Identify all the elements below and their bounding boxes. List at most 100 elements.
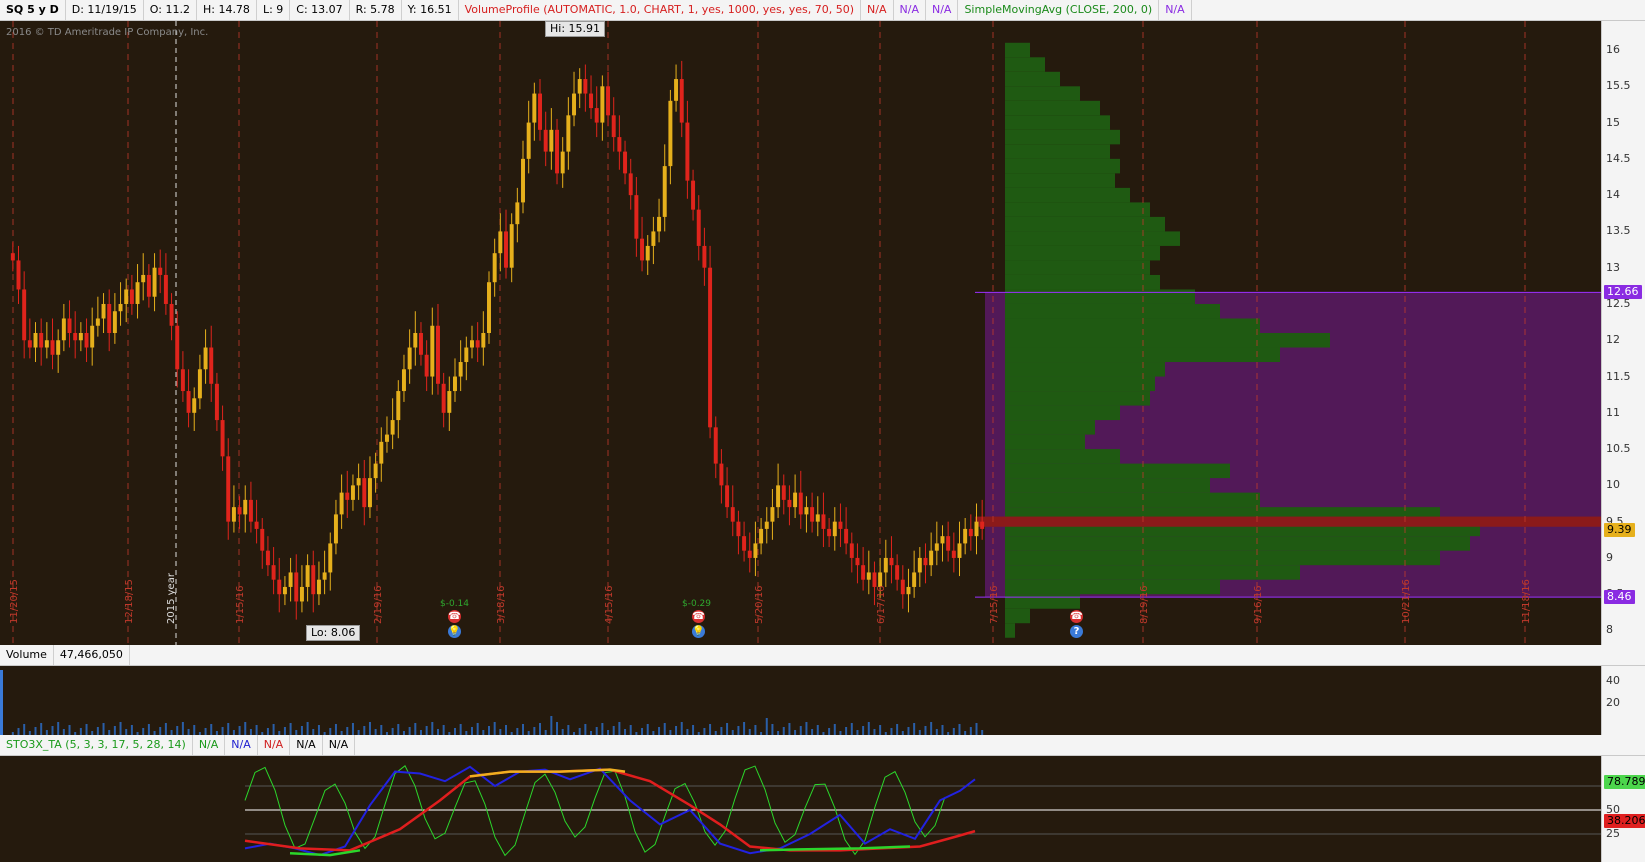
sma-study-label[interactable]: SimpleMovingAvg (CLOSE, 200, 0) bbox=[958, 0, 1160, 20]
candle-body bbox=[407, 347, 412, 370]
price-tick-label: 11 bbox=[1606, 405, 1620, 419]
volume-bar bbox=[368, 722, 371, 735]
candle-body bbox=[322, 572, 327, 580]
candle-body bbox=[810, 507, 815, 522]
na-readout: N/A bbox=[193, 735, 226, 755]
volume-label[interactable]: Volume bbox=[0, 645, 54, 665]
candle-body bbox=[413, 333, 418, 348]
candle-body bbox=[951, 550, 956, 558]
stochastic-axis[interactable]: 75502578.789738.2067 bbox=[1601, 756, 1645, 862]
volume-profile-bar bbox=[1005, 608, 1030, 624]
volume-profile-bar bbox=[1005, 42, 1030, 58]
candle-body bbox=[889, 557, 894, 566]
volume-profile-bar bbox=[1005, 565, 1300, 580]
high-readout: H: 14.78 bbox=[197, 0, 257, 20]
earnings-event-icon[interactable]: ☎ bbox=[692, 610, 705, 623]
stochastic-panel[interactable] bbox=[0, 756, 1601, 862]
volume-profile-bar bbox=[1005, 478, 1210, 493]
candle-body bbox=[946, 536, 951, 551]
date-tick-label: 8/19/16 bbox=[1139, 585, 1150, 624]
volume-bar bbox=[68, 725, 71, 735]
candle-body bbox=[572, 93, 577, 116]
candle-body bbox=[107, 303, 112, 333]
candle-body bbox=[634, 195, 639, 239]
year-readout: Y: 16.51 bbox=[402, 0, 459, 20]
candle-body bbox=[129, 289, 134, 304]
date-tick-label: 11/20/15 bbox=[9, 579, 20, 624]
volume-bar bbox=[867, 722, 870, 735]
candle-body bbox=[435, 325, 440, 384]
candle-body bbox=[492, 253, 497, 283]
candle-body bbox=[668, 100, 673, 167]
candle-body bbox=[61, 318, 66, 341]
candle-body bbox=[316, 579, 321, 595]
candle-body bbox=[793, 492, 798, 508]
volume-bar bbox=[907, 727, 910, 735]
date-tick-label: 2/19/16 bbox=[373, 585, 384, 624]
volume-profile-bar bbox=[1005, 260, 1150, 275]
candle-body bbox=[543, 129, 548, 152]
volume-tick-label: 40 bbox=[1606, 674, 1620, 687]
symbol-label[interactable]: SQ 5 y D bbox=[0, 0, 66, 20]
candle-body bbox=[764, 521, 769, 529]
earnings-event-icon[interactable]: ☎ bbox=[448, 610, 461, 623]
candle-body bbox=[651, 231, 656, 246]
candle-body bbox=[101, 303, 106, 319]
bulb-event-icon[interactable]: 💡 bbox=[448, 625, 461, 638]
question-event-icon[interactable]: ? bbox=[1070, 625, 1083, 638]
volume-bar bbox=[941, 725, 944, 735]
candle-body bbox=[685, 122, 690, 181]
volume-bar bbox=[969, 727, 972, 735]
candle-body bbox=[628, 173, 633, 196]
bulb-event-icon[interactable]: 💡 bbox=[692, 625, 705, 638]
sto-study-label[interactable]: STO3X_TA (5, 3, 3, 17, 5, 28, 14) bbox=[0, 735, 193, 755]
na-readout: N/A bbox=[861, 0, 894, 20]
candle-body bbox=[390, 420, 395, 435]
volume-profile-bar bbox=[1005, 86, 1080, 101]
candle-body bbox=[84, 333, 89, 348]
volume-bar bbox=[771, 724, 774, 735]
volume-profile-bar bbox=[1005, 318, 1260, 333]
volume-axis[interactable]: 40 20 bbox=[1601, 666, 1645, 735]
volume-bar bbox=[743, 722, 746, 735]
range-readout: R: 5.78 bbox=[350, 0, 402, 20]
earnings-event-icon[interactable]: ☎ bbox=[1070, 610, 1083, 623]
candle-body bbox=[900, 579, 905, 595]
volume-profile-bar bbox=[1005, 129, 1120, 145]
candle-body bbox=[379, 441, 384, 464]
volume-bar bbox=[675, 726, 678, 735]
volume-bar bbox=[147, 724, 150, 735]
volume-profile-bar bbox=[1005, 594, 1080, 609]
candle-body bbox=[781, 485, 786, 500]
volume-bar bbox=[896, 724, 899, 735]
volume-profile-study-label[interactable]: VolumeProfile (AUTOMATIC, 1.0, CHART, 1,… bbox=[459, 0, 862, 20]
volume-bar bbox=[442, 725, 445, 735]
candle-body bbox=[260, 528, 265, 551]
value-area-high-badge: 12.66 bbox=[1604, 285, 1642, 300]
volume-bar bbox=[618, 722, 621, 735]
candle-body bbox=[776, 485, 781, 508]
candle-body bbox=[759, 528, 764, 544]
earnings-label: $-0.14 bbox=[440, 599, 470, 609]
price-chart-svg[interactable]: 11/20/15 12/18/15 1/15/16 2/19/16 3/18/16 4/1… bbox=[0, 21, 1601, 645]
candle-body bbox=[401, 369, 406, 392]
price-tick-label: 9 bbox=[1606, 550, 1613, 564]
candle-body bbox=[963, 528, 968, 544]
volume-chart-svg bbox=[0, 670, 984, 735]
candle-body bbox=[458, 362, 463, 377]
volume-bar bbox=[346, 727, 349, 735]
candle-body bbox=[141, 274, 146, 283]
candle-body bbox=[504, 231, 508, 268]
candle-body bbox=[934, 543, 939, 551]
price-chart-panel[interactable]: 11/20/15 12/18/15 1/15/16 2/19/16 3/18/16 4/1… bbox=[0, 21, 1601, 645]
candle-body bbox=[742, 536, 747, 551]
price-tick-label: 10 bbox=[1606, 478, 1620, 492]
candle-body bbox=[657, 216, 662, 232]
price-axis[interactable]: 16 15.5 15 14.5 14 13.5 13 12.5 12 11.5 11 10.5 10 9.… bbox=[1601, 21, 1645, 645]
volume-panel[interactable] bbox=[0, 666, 1601, 735]
sto-value-badge: 38.2067 bbox=[1604, 814, 1645, 829]
na-readout: N/A bbox=[290, 735, 323, 755]
candle-body bbox=[345, 492, 350, 500]
candle-body bbox=[333, 514, 338, 544]
candle-body bbox=[849, 543, 854, 558]
